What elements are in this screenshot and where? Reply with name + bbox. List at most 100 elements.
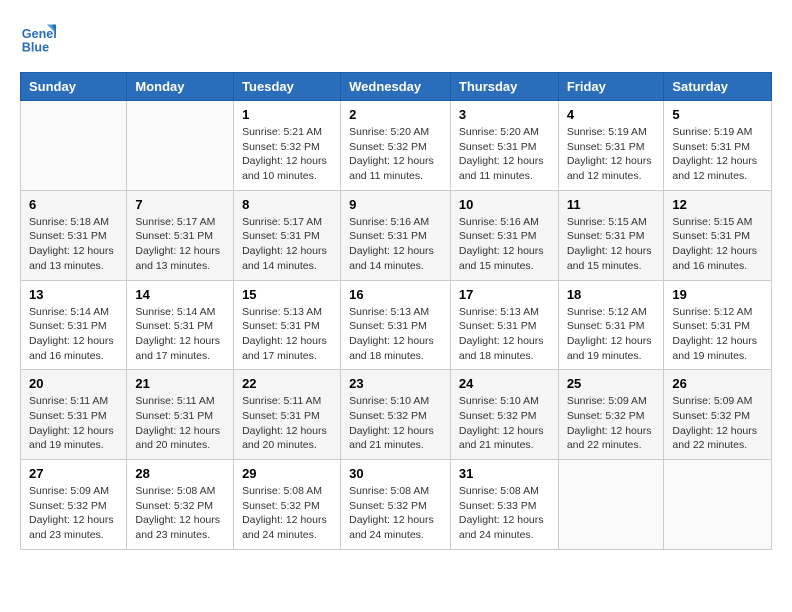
day-info: Sunrise: 5:12 AMSunset: 5:31 PMDaylight:… [567, 305, 656, 364]
svg-text:Blue: Blue [22, 41, 49, 55]
day-info: Sunrise: 5:20 AMSunset: 5:31 PMDaylight:… [459, 125, 550, 184]
day-info: Sunrise: 5:09 AMSunset: 5:32 PMDaylight:… [672, 394, 763, 453]
day-number: 25 [567, 376, 656, 391]
calendar-week-row: 1Sunrise: 5:21 AMSunset: 5:32 PMDaylight… [21, 101, 772, 191]
calendar-cell: 17 Sunrise: 5:13 AMSunset: 5:31 PMDayligh… [450, 280, 558, 370]
day-number: 26 [672, 376, 763, 391]
calendar-cell: 24Sunrise: 5:10 AMSunset: 5:32 PMDayligh… [450, 370, 558, 460]
day-info: Sunrise: 5:10 AMSunset: 5:32 PMDaylight:… [349, 394, 442, 453]
calendar-cell: 12 Sunrise: 5:15 AMSunset: 5:31 PMDayligh… [664, 190, 772, 280]
svg-text:General: General [22, 27, 56, 41]
calendar-cell: 9 Sunrise: 5:16 AMSunset: 5:31 PMDaylight… [341, 190, 451, 280]
day-number: 11 [567, 197, 656, 212]
day-info: Sunrise: 5:18 AMSunset: 5:31 PMDaylight:… [29, 215, 118, 274]
day-info: Sunrise: 5:15 AMSunset: 5:31 PMDaylight:… [672, 215, 763, 274]
calendar-cell: 16 Sunrise: 5:13 AMSunset: 5:31 PMDayligh… [341, 280, 451, 370]
day-number: 8 [242, 197, 332, 212]
day-info: Sunrise: 5:13 AMSunset: 5:31 PMDaylight:… [242, 305, 332, 364]
day-number: 16 [349, 287, 442, 302]
weekday-header-monday: Monday [127, 73, 234, 101]
calendar-cell: 19 Sunrise: 5:12 AMSunset: 5:31 PMDayligh… [664, 280, 772, 370]
weekday-header-tuesday: Tuesday [234, 73, 341, 101]
calendar-cell: 28 Sunrise: 5:08 AMSunset: 5:32 PMDayligh… [127, 460, 234, 550]
weekday-header-row: SundayMondayTuesdayWednesdayThursdayFrid… [21, 73, 772, 101]
day-number: 23 [349, 376, 442, 391]
day-number: 20 [29, 376, 118, 391]
calendar-cell: 10 Sunrise: 5:16 AMSunset: 5:31 PMDayligh… [450, 190, 558, 280]
day-info: Sunrise: 5:09 AMSunset: 5:32 PMDaylight:… [29, 484, 118, 543]
calendar-cell [21, 101, 127, 191]
day-number: 12 [672, 197, 763, 212]
calendar-cell: 18 Sunrise: 5:12 AMSunset: 5:31 PMDayligh… [558, 280, 664, 370]
logo: General Blue [20, 20, 60, 56]
day-info: Sunrise: 5:13 AMSunset: 5:31 PMDaylight:… [349, 305, 442, 364]
day-info: Sunrise: 5:13 AMSunset: 5:31 PMDaylight:… [459, 305, 550, 364]
calendar-week-row: 20 Sunrise: 5:11 AMSunset: 5:31 PMDayligh… [21, 370, 772, 460]
weekday-header-wednesday: Wednesday [341, 73, 451, 101]
day-info: Sunrise: 5:08 AMSunset: 5:32 PMDaylight:… [135, 484, 225, 543]
day-info: Sunrise: 5:10 AMSunset: 5:32 PMDaylight:… [459, 394, 550, 453]
calendar-cell [127, 101, 234, 191]
day-number: 9 [349, 197, 442, 212]
calendar-cell: 21Sunrise: 5:11 AMSunset: 5:31 PMDayligh… [127, 370, 234, 460]
calendar-cell: 27 Sunrise: 5:09 AMSunset: 5:32 PMDayligh… [21, 460, 127, 550]
day-number: 22 [242, 376, 332, 391]
day-number: 29 [242, 466, 332, 481]
day-info: Sunrise: 5:09 AMSunset: 5:32 PMDaylight:… [567, 394, 656, 453]
day-info: Sunrise: 5:11 AMSunset: 5:31 PMDaylight:… [29, 394, 118, 453]
day-number: 18 [567, 287, 656, 302]
day-info: Sunrise: 5:12 AMSunset: 5:31 PMDaylight:… [672, 305, 763, 364]
day-number: 10 [459, 197, 550, 212]
calendar-cell: 23 Sunrise: 5:10 AMSunset: 5:32 PMDayligh… [341, 370, 451, 460]
day-number: 6 [29, 197, 118, 212]
calendar-cell: 13 Sunrise: 5:14 AMSunset: 5:31 PMDayligh… [21, 280, 127, 370]
calendar-cell: 5Sunrise: 5:19 AMSunset: 5:31 PMDaylight… [664, 101, 772, 191]
day-number: 27 [29, 466, 118, 481]
day-number: 15 [242, 287, 332, 302]
day-info: Sunrise: 5:14 AMSunset: 5:31 PMDaylight:… [135, 305, 225, 364]
day-info: Sunrise: 5:16 AMSunset: 5:31 PMDaylight:… [459, 215, 550, 274]
calendar-cell: 4 Sunrise: 5:19 AMSunset: 5:31 PMDaylight… [558, 101, 664, 191]
calendar-cell: 7 Sunrise: 5:17 AMSunset: 5:31 PMDaylight… [127, 190, 234, 280]
day-number: 17 [459, 287, 550, 302]
calendar-cell: 15 Sunrise: 5:13 AMSunset: 5:31 PMDayligh… [234, 280, 341, 370]
logo-icon: General Blue [20, 20, 56, 56]
calendar-cell: 3 Sunrise: 5:20 AMSunset: 5:31 PMDaylight… [450, 101, 558, 191]
day-info: Sunrise: 5:17 AMSunset: 5:31 PMDaylight:… [135, 215, 225, 274]
calendar-cell: 29 Sunrise: 5:08 AMSunset: 5:32 PMDayligh… [234, 460, 341, 550]
day-info: Sunrise: 5:19 AMSunset: 5:31 PMDaylight:… [567, 125, 656, 184]
calendar-cell [664, 460, 772, 550]
weekday-header-thursday: Thursday [450, 73, 558, 101]
calendar-cell: 1Sunrise: 5:21 AMSunset: 5:32 PMDaylight… [234, 101, 341, 191]
calendar-cell [558, 460, 664, 550]
day-info: Sunrise: 5:08 AMSunset: 5:32 PMDaylight:… [349, 484, 442, 543]
day-info: Sunrise: 5:14 AMSunset: 5:31 PMDaylight:… [29, 305, 118, 364]
calendar-cell: 11 Sunrise: 5:15 AMSunset: 5:31 PMDayligh… [558, 190, 664, 280]
calendar-cell: 20 Sunrise: 5:11 AMSunset: 5:31 PMDayligh… [21, 370, 127, 460]
calendar-cell: 14Sunrise: 5:14 AMSunset: 5:31 PMDayligh… [127, 280, 234, 370]
calendar-week-row: 13 Sunrise: 5:14 AMSunset: 5:31 PMDayligh… [21, 280, 772, 370]
day-number: 19 [672, 287, 763, 302]
calendar-cell: 30Sunrise: 5:08 AMSunset: 5:32 PMDayligh… [341, 460, 451, 550]
weekday-header-friday: Friday [558, 73, 664, 101]
day-number: 7 [135, 197, 225, 212]
day-info: Sunrise: 5:16 AMSunset: 5:31 PMDaylight:… [349, 215, 442, 274]
day-number: 3 [459, 107, 550, 122]
calendar-cell: 26 Sunrise: 5:09 AMSunset: 5:32 PMDayligh… [664, 370, 772, 460]
day-info: Sunrise: 5:08 AMSunset: 5:32 PMDaylight:… [242, 484, 332, 543]
day-info: Sunrise: 5:11 AMSunset: 5:31 PMDaylight:… [242, 394, 332, 453]
day-info: Sunrise: 5:11 AMSunset: 5:31 PMDaylight:… [135, 394, 225, 453]
calendar-week-row: 6 Sunrise: 5:18 AMSunset: 5:31 PMDaylight… [21, 190, 772, 280]
day-info: Sunrise: 5:21 AMSunset: 5:32 PMDaylight:… [242, 125, 332, 184]
calendar-cell: 22 Sunrise: 5:11 AMSunset: 5:31 PMDayligh… [234, 370, 341, 460]
calendar-cell: 31 Sunrise: 5:08 AMSunset: 5:33 PMDayligh… [450, 460, 558, 550]
calendar-cell: 8Sunrise: 5:17 AMSunset: 5:31 PMDaylight… [234, 190, 341, 280]
day-info: Sunrise: 5:15 AMSunset: 5:31 PMDaylight:… [567, 215, 656, 274]
day-number: 31 [459, 466, 550, 481]
day-info: Sunrise: 5:19 AMSunset: 5:31 PMDaylight:… [672, 125, 763, 184]
day-info: Sunrise: 5:08 AMSunset: 5:33 PMDaylight:… [459, 484, 550, 543]
calendar-week-row: 27 Sunrise: 5:09 AMSunset: 5:32 PMDayligh… [21, 460, 772, 550]
day-number: 4 [567, 107, 656, 122]
day-number: 13 [29, 287, 118, 302]
day-number: 28 [135, 466, 225, 481]
